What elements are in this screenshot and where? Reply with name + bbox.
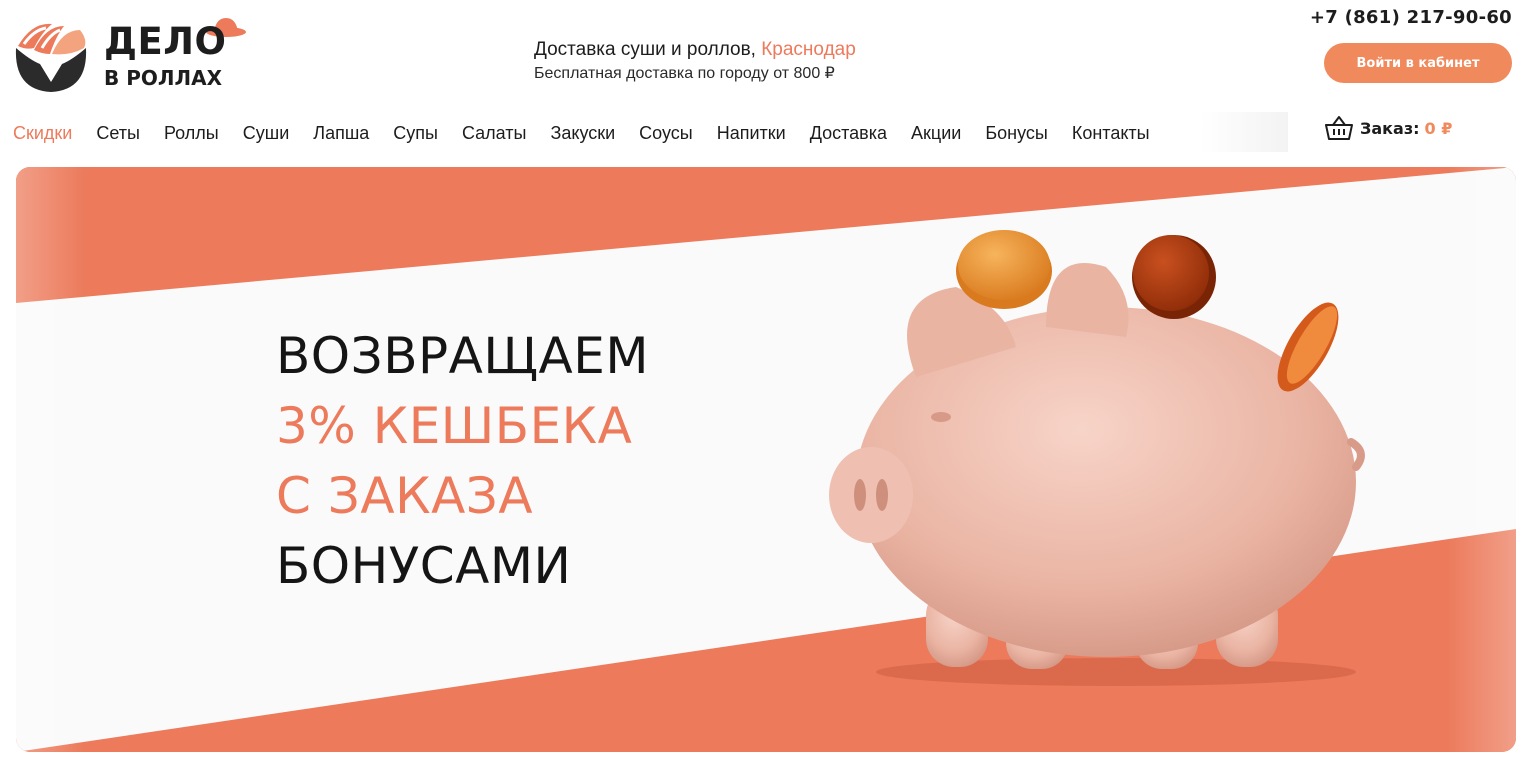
- nav-item-sets[interactable]: Сеты: [96, 121, 140, 145]
- banner-edge-left: [16, 167, 86, 752]
- headline-line1: ВОЗВРАЩАЕМ: [276, 327, 649, 385]
- login-button[interactable]: Войти в кабинет: [1324, 43, 1512, 83]
- nav-item-noodles[interactable]: Лапша: [313, 121, 369, 145]
- nav-item-sushi[interactable]: Суши: [243, 121, 290, 145]
- nav-item-snacks[interactable]: Закуски: [550, 121, 615, 145]
- nav-item-bonuses[interactable]: Бонусы: [985, 121, 1048, 145]
- cart-button[interactable]: Заказ: 0 ₽: [1324, 114, 1452, 142]
- nav-item-salads[interactable]: Салаты: [462, 121, 527, 145]
- city-selector[interactable]: Краснодар: [761, 39, 856, 60]
- headline-line4: БОНУСАМИ: [276, 537, 572, 595]
- free-delivery-note: Бесплатная доставка по городу от 800 ₽: [534, 65, 835, 82]
- cart-label: Заказ:: [1360, 118, 1420, 138]
- nav-item-sauces[interactable]: Соусы: [639, 121, 693, 145]
- basket-icon: [1325, 116, 1353, 140]
- logo-text-line1: ДЕЛО: [104, 20, 227, 63]
- nav-item-drinks[interactable]: Напитки: [717, 121, 786, 145]
- phone-number[interactable]: +7 (861) 217-90-60: [1310, 7, 1512, 28]
- headline-line2: 3% КЕШБЕКА: [276, 397, 633, 455]
- piggy-bank-image: [829, 230, 1365, 686]
- nav-item-promotions[interactable]: Акции: [911, 121, 961, 145]
- banner-headline: ВОЗВРАЩАЕМ 3% КЕШБЕКА С ЗАКАЗА БОНУСАМИ: [276, 321, 649, 601]
- delivery-info: Доставка суши и роллов, Краснодар Беспла…: [534, 38, 856, 85]
- nav-item-contacts[interactable]: Контакты: [1072, 121, 1150, 145]
- nav-item-rolls[interactable]: Роллы: [164, 121, 219, 145]
- delivery-title-line: Доставка суши и роллов, Краснодар: [534, 38, 856, 62]
- sushi-logo-icon: [15, 23, 87, 92]
- cart-sum: 0 ₽: [1424, 118, 1453, 138]
- main-nav: Скидки Сеты Роллы Суши Лапша Супы Салаты…: [13, 121, 1174, 145]
- headline-line3: С ЗАКАЗА: [276, 467, 534, 525]
- nav-item-delivery[interactable]: Доставка: [810, 121, 887, 145]
- nav-item-discounts[interactable]: Скидки: [13, 121, 72, 145]
- nav-item-soups[interactable]: Супы: [393, 121, 438, 145]
- delivery-title: Доставка суши и роллов,: [534, 39, 756, 60]
- promo-banner[interactable]: ВОЗВРАЩАЕМ 3% КЕШБЕКА С ЗАКАЗА БОНУСАМИ: [16, 167, 1516, 752]
- nav-scroll-fade: [1200, 112, 1288, 152]
- banner-edge-right: [1446, 167, 1516, 752]
- logo-text-line2: В РОЛЛАХ: [104, 66, 222, 90]
- logo-link[interactable]: ДЕЛО В РОЛЛАХ: [12, 16, 246, 96]
